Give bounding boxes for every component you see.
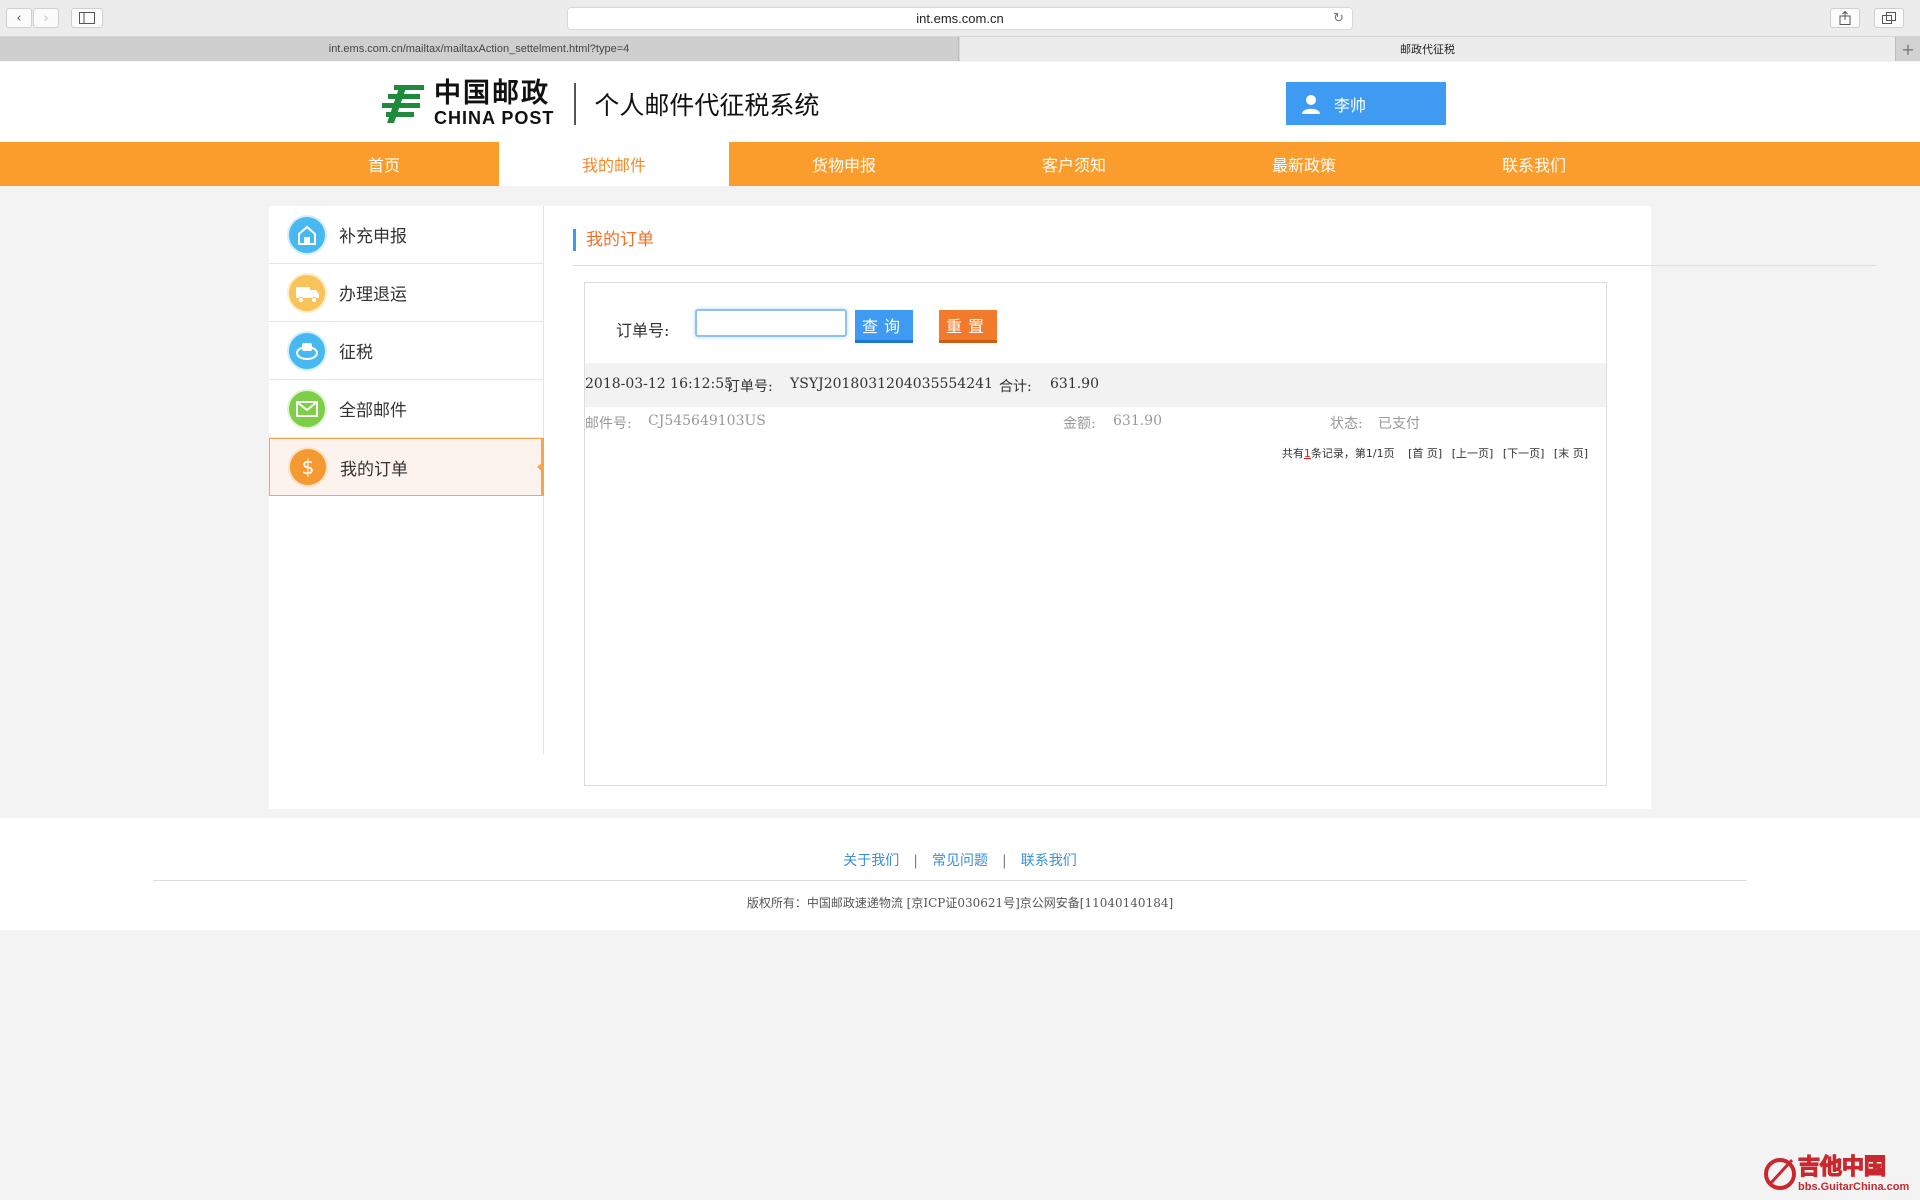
amount-label: 金额: — [1063, 416, 1096, 432]
mail-number-label: 邮件号: — [585, 416, 632, 432]
watermark-url: bbs.GuitarChina.com — [1798, 1181, 1909, 1193]
amount-value: 631.90 — [1113, 413, 1162, 429]
sidebar-item-label: 补充申报 — [339, 227, 407, 247]
back-button[interactable]: ‹ — [6, 8, 32, 28]
user-name: 李帅 — [1334, 95, 1367, 115]
guitarchina-watermark: 吉他中国 bbs.GuitarChina.com — [1764, 1153, 1909, 1193]
dollar-icon: $ — [288, 447, 328, 487]
site-header: 中国邮政 CHINA POST 个人邮件代征税系统 李帅 — [0, 62, 1920, 142]
new-tab-button[interactable]: + — [1895, 37, 1920, 61]
browser-toolbar: ‹ › int.ems.com.cn ↻ — [0, 0, 1920, 37]
reset-button[interactable]: 重置 — [939, 310, 997, 343]
china-post-emblem-icon — [382, 84, 424, 123]
sidebar-item-label: 办理退运 — [339, 285, 407, 305]
order-header-row: 2018-03-12 16:12:55 订单号: YSYJ20180312040… — [585, 363, 1606, 407]
pagination-prefix: 共有 — [1281, 447, 1304, 460]
nav-customer-notice[interactable]: 客户须知 — [959, 142, 1189, 186]
sidebar-item-return-shipment[interactable]: 办理退运 — [269, 264, 544, 322]
logo-divider — [574, 82, 577, 125]
tax-stamp-icon — [287, 330, 327, 371]
china-post-logo[interactable]: 中国邮政 CHINA POST 个人邮件代征税系统 — [380, 80, 819, 127]
watermark-title: 吉他中国 — [1798, 1154, 1886, 1180]
order-list-box: 订单号: 查询 重置 2018-03-12 16:12:55 订单号: YSYJ… — [584, 282, 1607, 786]
pagination-suffix: 条记录，第1/1页 — [1310, 447, 1395, 460]
browser-tab-active[interactable]: 邮政代征税 — [960, 37, 1895, 61]
user-icon — [1302, 94, 1320, 114]
share-button[interactable] — [1830, 8, 1860, 28]
footer-separator: | — [1002, 853, 1007, 869]
sidebar: 补充申报 办理退运 征税 全部邮件 $ 我的订单 — [269, 206, 544, 754]
address-bar-url: int.ems.com.cn — [916, 11, 1004, 26]
order-total-value: 631.90 — [1050, 376, 1099, 392]
nav-latest-policy[interactable]: 最新政策 — [1189, 142, 1419, 186]
building-icon — [287, 214, 327, 255]
nav-contact-us[interactable]: 联系我们 — [1419, 142, 1649, 186]
nav-goods-declaration[interactable]: 货物申报 — [729, 142, 959, 186]
footer-links: 关于我们 | 常见问题 | 联系我们 — [0, 850, 1920, 870]
sidebar-item-label: 全部邮件 — [339, 401, 407, 421]
footer-separator: | — [913, 853, 918, 869]
main-nav: 首页 我的邮件 货物申报 客户须知 最新政策 联系我们 — [0, 142, 1920, 186]
status-badge: 已支付 — [1378, 416, 1420, 432]
query-button[interactable]: 查询 — [855, 310, 913, 343]
envelope-icon — [287, 388, 327, 429]
order-number-value: YSYJ2018031204035554241 — [790, 376, 993, 392]
prev-page-link[interactable]: [上一页] — [1452, 447, 1494, 460]
mail-number-value: CJ545649103US — [648, 413, 766, 429]
browser-tab-settlement[interactable]: int.ems.com.cn/mailtax/mailtaxAction_set… — [0, 37, 959, 61]
site-footer: 关于我们 | 常见问题 | 联系我们 版权所有：中国邮政速递物流 [京ICP证03062… — [0, 818, 1920, 930]
next-page-link[interactable]: [下一页] — [1503, 447, 1545, 460]
user-badge[interactable]: 李帅 — [1286, 82, 1446, 125]
footer-link-faq[interactable]: 常见问题 — [932, 853, 988, 869]
sidebar-item-label: 我的订单 — [340, 459, 408, 480]
copyright-text: 版权所有：中国邮政速递物流 [京ICP证030621号]京公网安备[110401… — [746, 896, 1174, 910]
page-title: 我的订单 — [573, 229, 654, 251]
svg-text:$: $ — [302, 455, 315, 479]
pagination: 共有1条记录，第1/1页 [首 页] [上一页] [下一页] [末 页] — [1282, 445, 1588, 461]
nav-home[interactable]: 首页 — [269, 142, 499, 186]
sidebar-icon — [79, 12, 95, 24]
reload-icon[interactable]: ↻ — [1333, 11, 1344, 26]
tabs-overview-button[interactable] — [1874, 8, 1904, 28]
truck-icon — [287, 272, 327, 313]
chevron-right-icon: › — [43, 10, 49, 26]
sidebar-item-supplementary-declaration[interactable]: 补充申报 — [269, 206, 544, 264]
logo-chinese-text: 中国邮政 — [434, 78, 550, 109]
order-number-label: 订单号: — [616, 321, 670, 340]
footer-link-about[interactable]: 关于我们 — [843, 853, 899, 869]
tab-bar: int.ems.com.cn/mailtax/mailtaxAction_set… — [0, 37, 1920, 61]
sidebar-item-label: 征税 — [339, 343, 373, 363]
nav-my-mail[interactable]: 我的邮件 — [499, 142, 729, 186]
sidebar-item-my-orders[interactable]: $ 我的订单 — [269, 438, 544, 496]
sidebar-item-taxation[interactable]: 征税 — [269, 322, 544, 380]
plus-icon: + — [1901, 39, 1915, 59]
forward-button[interactable]: › — [33, 8, 59, 28]
chevron-left-icon: ‹ — [16, 10, 22, 26]
share-icon — [1839, 11, 1851, 25]
order-total-label: 合计: — [999, 379, 1032, 395]
logo-english-text: CHINA POST — [434, 108, 555, 128]
footer-divider — [153, 880, 1747, 881]
address-bar[interactable]: int.ems.com.cn ↻ — [567, 7, 1353, 30]
title-divider — [573, 265, 1876, 266]
table-row[interactable]: 邮件号: CJ545649103US 金额: 631.90 状态: 已支付 — [585, 407, 1606, 437]
order-datetime: 2018-03-12 16:12:55 — [585, 376, 734, 392]
first-page-link[interactable]: [首 页] — [1408, 447, 1442, 460]
sidebar-toggle-button[interactable] — [71, 8, 103, 28]
order-number-input[interactable] — [695, 309, 847, 337]
tabs-icon — [1882, 12, 1896, 24]
sidebar-item-all-mail[interactable]: 全部邮件 — [269, 380, 544, 438]
pagination-count: 1 — [1303, 447, 1311, 460]
order-number-label: 订单号: — [726, 379, 773, 395]
status-label: 状态: — [1330, 416, 1363, 432]
system-title: 个人邮件代征税系统 — [594, 90, 820, 120]
content-panel: 补充申报 办理退运 征税 全部邮件 $ 我的订单 我的订单 订单号: 查询 重置… — [269, 206, 1876, 809]
last-page-link[interactable]: [末 页] — [1554, 447, 1588, 460]
footer-link-contact[interactable]: 联系我们 — [1021, 853, 1077, 869]
